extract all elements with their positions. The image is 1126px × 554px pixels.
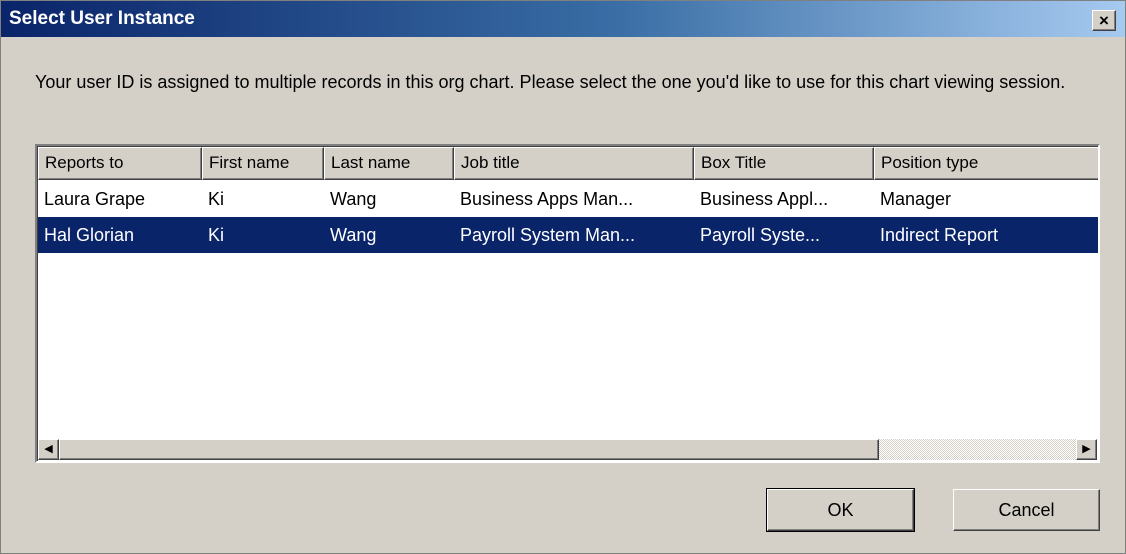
cell-job-title: Payroll System Man... xyxy=(460,224,636,245)
close-icon: × xyxy=(1099,11,1109,30)
dialog-title: Select User Instance xyxy=(9,8,195,29)
list-rows: Laura Grape Ki Wang Business Apps Man...… xyxy=(38,181,1098,253)
cell-position-type: Indirect Report xyxy=(880,224,999,245)
user-instance-list[interactable]: Reports to First name Last name Job titl… xyxy=(35,144,1100,463)
column-header-job-title[interactable]: Job title xyxy=(454,147,694,180)
arrow-left-icon: ◀ xyxy=(44,443,53,455)
cell-reports-to: Hal Glorian xyxy=(44,224,135,245)
cell-reports-to: Laura Grape xyxy=(44,188,146,209)
cancel-button[interactable]: Cancel xyxy=(953,489,1100,531)
column-header-reports-to[interactable]: Reports to xyxy=(38,147,202,180)
column-header-first-name[interactable]: First name xyxy=(202,147,324,180)
table-row[interactable]: Laura Grape Ki Wang Business Apps Man...… xyxy=(38,181,1098,217)
column-header-position-type[interactable]: Position type xyxy=(874,147,1098,180)
column-header-box-title[interactable]: Box Title xyxy=(694,147,874,180)
scroll-left-button[interactable]: ◀ xyxy=(38,439,59,460)
close-button[interactable]: × xyxy=(1092,10,1116,31)
list-header: Reports to First name Last name Job titl… xyxy=(38,147,1098,180)
cell-first-name: Ki xyxy=(208,188,225,209)
title-bar[interactable]: Select User Instance × xyxy=(1,1,1125,37)
table-row-selected[interactable]: Hal Glorian Ki Wang Payroll System Man..… xyxy=(38,217,1098,253)
column-header-last-name[interactable]: Last name xyxy=(324,147,454,180)
cell-first-name: Ki xyxy=(208,224,225,245)
cell-last-name: Wang xyxy=(330,224,377,245)
arrow-right-icon: ▶ xyxy=(1082,443,1091,455)
cell-last-name: Wang xyxy=(330,188,377,209)
ok-button[interactable]: OK xyxy=(766,488,915,532)
scrollbar-thumb[interactable] xyxy=(59,439,879,460)
cell-position-type: Manager xyxy=(880,188,952,209)
cell-box-title: Payroll Syste... xyxy=(700,224,821,245)
cell-box-title: Business Appl... xyxy=(700,188,829,209)
cell-job-title: Business Apps Man... xyxy=(460,188,634,209)
horizontal-scrollbar[interactable]: ◀ ▶ xyxy=(38,439,1097,460)
scroll-right-button[interactable]: ▶ xyxy=(1076,439,1097,460)
instruction-message: Your user ID is assigned to multiple rec… xyxy=(35,72,1066,92)
select-user-instance-dialog: Select User Instance × Your user ID is a… xyxy=(0,0,1126,554)
